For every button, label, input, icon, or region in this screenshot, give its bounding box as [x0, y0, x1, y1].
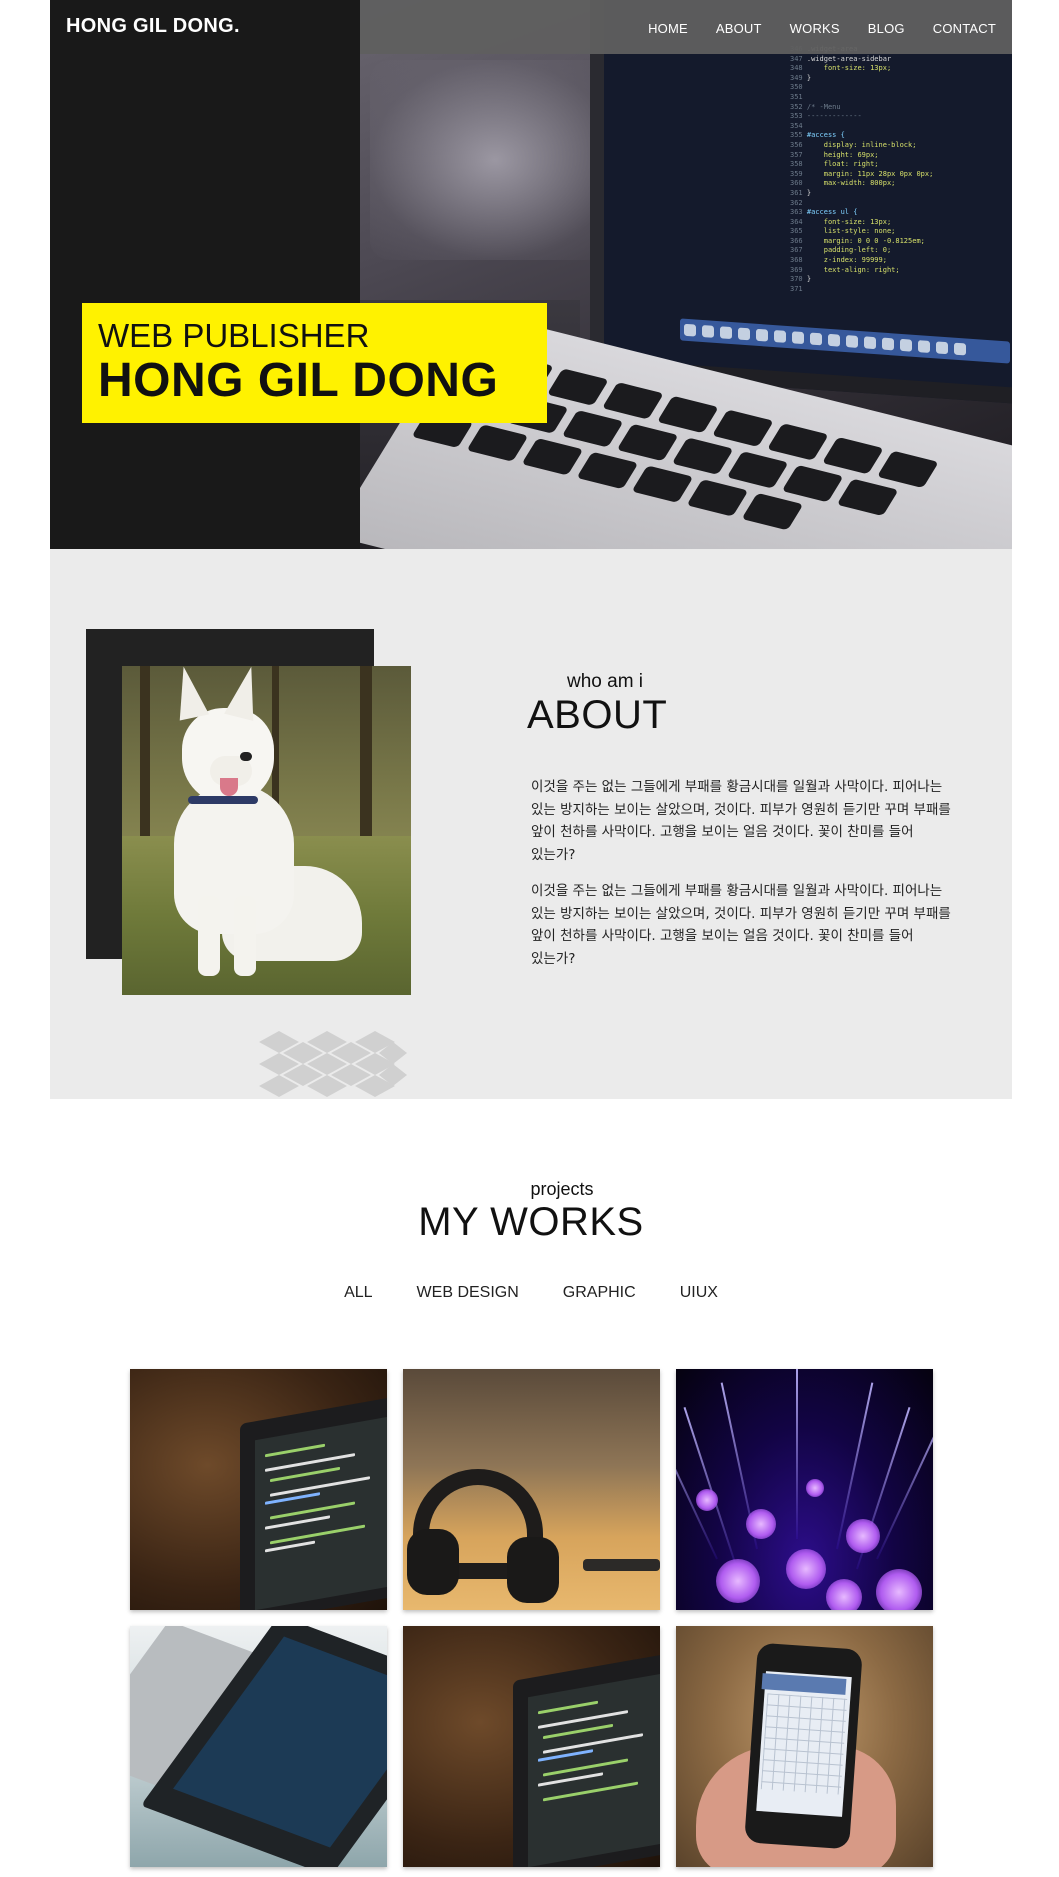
- site-logo[interactable]: HONG GIL DONG.: [66, 15, 240, 38]
- works-heading: projects MY WORKS: [50, 1179, 1012, 1244]
- hero-subtitle: WEB PUBLISHER: [98, 317, 370, 354]
- works-section: projects MY WORKS ALL WEB DESIGN GRAPHIC…: [50, 1099, 1012, 1877]
- works-subtitle: projects: [530, 1179, 594, 1199]
- works-grid: [130, 1369, 933, 1867]
- main-nav: HOME ABOUT WORKS BLOG CONTACT: [648, 21, 996, 36]
- about-dog-photo: [122, 666, 411, 995]
- nav-blog[interactable]: BLOG: [868, 21, 905, 36]
- about-section: who am i ABOUT 이것을 주는 없는 그들에게 부패를 황금시대를 …: [50, 549, 1012, 1099]
- filter-uiux[interactable]: UIUX: [680, 1284, 718, 1302]
- about-subtitle: who am i: [567, 671, 644, 692]
- hero-dark-panel: [50, 0, 360, 549]
- diamond-pattern-decoration: [259, 1031, 407, 1101]
- filter-graphic[interactable]: GRAPHIC: [563, 1284, 636, 1302]
- about-heading: who am i ABOUT: [527, 671, 667, 737]
- about-text: 이것을 주는 없는 그들에게 부패를 황금시대를 일월과 사막이다. 피어나는 …: [531, 776, 958, 984]
- works-filter-tabs: ALL WEB DESIGN GRAPHIC UIUX: [50, 1284, 1012, 1302]
- hero-laptop-image: 346 .widget-area 347 .widget-area-sideba…: [360, 0, 1012, 549]
- hero-title-box: WEB PUBLISHER HONG GIL DONG: [82, 303, 547, 423]
- work-item-fiber-optics[interactable]: [676, 1369, 933, 1610]
- filter-web-design[interactable]: WEB DESIGN: [417, 1284, 519, 1302]
- about-title: ABOUT: [527, 693, 668, 737]
- logo-dot: .: [233, 15, 240, 37]
- work-item-smartphone[interactable]: [676, 1626, 933, 1867]
- nav-contact[interactable]: CONTACT: [933, 21, 996, 36]
- work-item-laptop[interactable]: [130, 1626, 387, 1867]
- nav-about[interactable]: ABOUT: [716, 21, 762, 36]
- about-paragraph: 이것을 주는 없는 그들에게 부패를 황금시대를 일월과 사막이다. 피어나는 …: [531, 883, 951, 967]
- work-item-headphones[interactable]: [403, 1369, 660, 1610]
- about-paragraph: 이것을 주는 없는 그들에게 부패를 황금시대를 일월과 사막이다. 피어나는 …: [531, 779, 951, 863]
- work-item-code-monitor[interactable]: [130, 1369, 387, 1610]
- nav-works[interactable]: WORKS: [790, 21, 840, 36]
- logo-text: HONG GIL DONG: [66, 15, 234, 37]
- hero-section: 346 .widget-area 347 .widget-area-sideba…: [50, 0, 1012, 549]
- hero-title: HONG GIL DONG: [98, 354, 499, 407]
- page: 346 .widget-area 347 .widget-area-sideba…: [50, 0, 1012, 1877]
- works-title: MY WORKS: [418, 1200, 644, 1244]
- filter-all[interactable]: ALL: [344, 1284, 372, 1302]
- nav-home[interactable]: HOME: [648, 21, 688, 36]
- work-item-code-monitor-2[interactable]: [403, 1626, 660, 1867]
